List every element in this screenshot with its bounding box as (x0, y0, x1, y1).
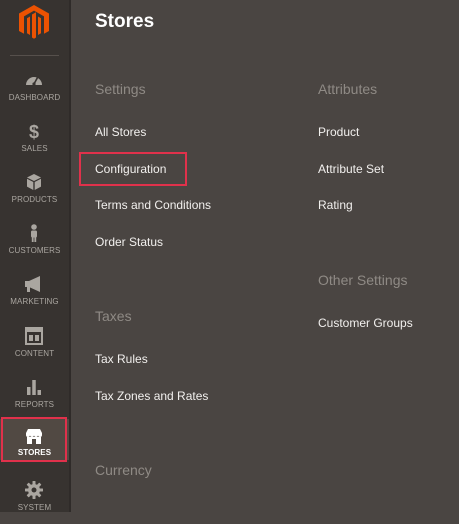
link-all-stores[interactable]: All Stores (95, 125, 146, 139)
attributes-group-title: Attributes (318, 81, 378, 97)
logo-divider (10, 55, 59, 56)
panel-title: Stores (95, 11, 155, 32)
magento-logo-icon[interactable] (17, 4, 51, 40)
gear-icon (25, 481, 43, 499)
person-icon (31, 224, 37, 242)
link-tax-zones-and-rates[interactable]: Tax Zones and Rates (95, 389, 208, 403)
link-attribute-set[interactable]: Attribute Set (318, 162, 384, 176)
taxes-group-title: Taxes (95, 308, 132, 324)
nav-item-products[interactable]: PRODUCTS (0, 166, 69, 216)
nav-label: MARKETING (10, 297, 59, 306)
box-icon (27, 174, 41, 190)
nav-label: SALES (21, 144, 48, 153)
nav-item-customers[interactable]: CUSTOMERS (0, 217, 69, 267)
nav-label: DASHBOARD (8, 93, 61, 102)
nav-label: PRODUCTS (11, 195, 58, 204)
link-order-status[interactable]: Order Status (95, 235, 163, 249)
other-settings-group-title: Other Settings (318, 272, 408, 288)
nav-item-reports[interactable]: REPORTS (0, 371, 69, 421)
link-terms-and-conditions[interactable]: Terms and Conditions (95, 198, 211, 212)
nav-item-content[interactable]: CONTENT (0, 320, 69, 370)
settings-group-title: Settings (95, 81, 146, 97)
nav-item-sales[interactable]: $ SALES (0, 115, 69, 165)
megaphone-icon (25, 276, 40, 292)
admin-sidebar: DASHBOARD $ SALES PRODUCTS CUSTOMERS MAR… (0, 0, 69, 512)
admin-app: DASHBOARD $ SALES PRODUCTS CUSTOMERS MAR… (0, 0, 459, 512)
link-tax-rules[interactable]: Tax Rules (95, 352, 148, 366)
nav-label: SYSTEM (17, 503, 52, 512)
nav-item-dashboard[interactable]: DASHBOARD (0, 64, 69, 114)
link-product[interactable]: Product (318, 125, 359, 139)
dollar-icon: $ (29, 122, 39, 141)
speedometer-icon (26, 77, 42, 86)
link-customer-groups[interactable]: Customer Groups (318, 316, 413, 330)
stores-flyout-panel: Stores Settings All Stores Configuration… (71, 0, 459, 512)
bar-chart-icon (27, 380, 41, 395)
link-rating[interactable]: Rating (318, 198, 353, 212)
layout-icon (25, 327, 43, 345)
nav-label: REPORTS (14, 400, 55, 409)
configuration-highlight-box (79, 152, 187, 186)
nav-item-system[interactable]: SYSTEM (0, 474, 69, 524)
svg-text:$: $ (29, 122, 39, 141)
nav-label: CUSTOMERS (8, 246, 61, 255)
stores-highlight-box (1, 417, 67, 462)
nav-item-marketing[interactable]: MARKETING (0, 268, 69, 318)
currency-group-title: Currency (95, 462, 152, 478)
nav-label: CONTENT (14, 349, 55, 358)
